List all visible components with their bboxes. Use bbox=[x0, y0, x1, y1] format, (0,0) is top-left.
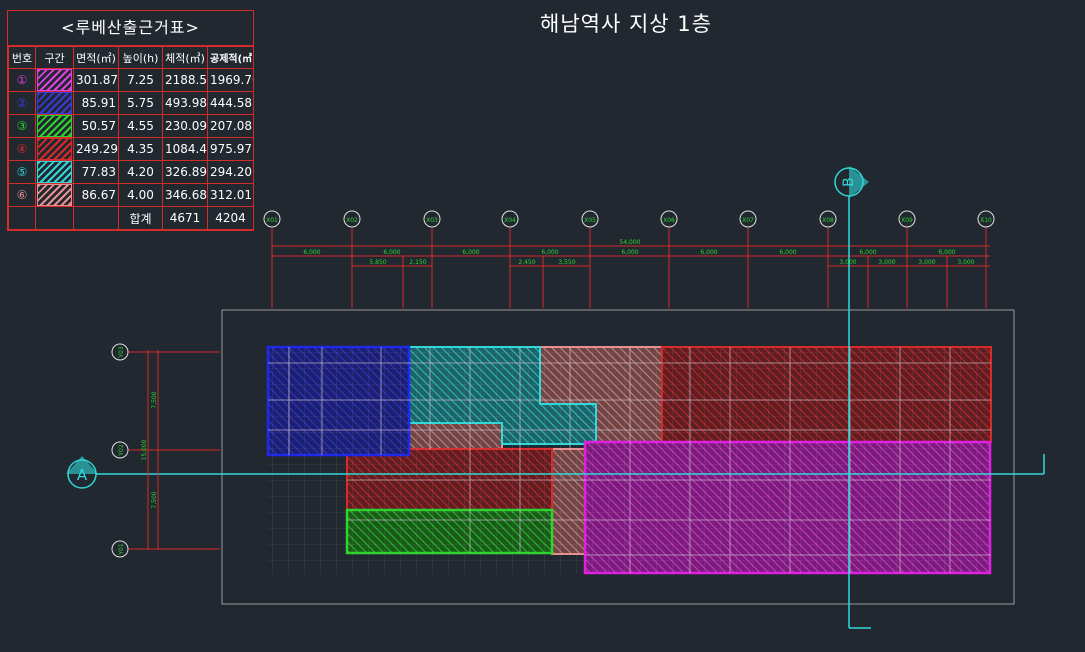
grid-label: X04 bbox=[504, 217, 516, 224]
dimension-vertical: 15,000 bbox=[141, 439, 148, 460]
dimension-overall: 54,000 bbox=[620, 239, 641, 246]
grid-label: X02 bbox=[346, 217, 358, 224]
dimension-sub: 3,000 bbox=[957, 259, 974, 266]
grid-label: X08 bbox=[822, 217, 834, 224]
grid-label: Y02 bbox=[118, 444, 125, 456]
grid-label: X01 bbox=[266, 217, 278, 224]
dimension-bay: 6,000 bbox=[700, 249, 717, 256]
dimension-sub: 3,550 bbox=[558, 259, 575, 266]
grid-label: X05 bbox=[584, 217, 596, 224]
dimension-vertical: 7,500 bbox=[151, 391, 158, 408]
grid-label: X07 bbox=[742, 217, 754, 224]
grid-label: X06 bbox=[663, 217, 675, 224]
grid-label: Y01 bbox=[118, 543, 125, 555]
dimension-sub: 3,000 bbox=[918, 259, 935, 266]
grid-label: X03 bbox=[426, 217, 438, 224]
dimension-bay: 6,000 bbox=[621, 249, 638, 256]
dimension-bay: 6,000 bbox=[303, 249, 320, 256]
dimension-bay: 6,000 bbox=[859, 249, 876, 256]
floor-plan-drawing: X01 X02 X03 X04 X05 X06 X07 X08 X09 X10 Y03 Y02 Y01 5… bbox=[66, 166, 1045, 629]
grid-label: X10 bbox=[980, 217, 992, 224]
section-a-label: A bbox=[77, 466, 88, 484]
dimension-sub: 5,850 bbox=[369, 259, 386, 266]
dimension-bay: 6,000 bbox=[938, 249, 955, 256]
grid-label: Y03 bbox=[118, 346, 125, 358]
grid-label: X09 bbox=[901, 217, 913, 224]
dimension-bay: 6,000 bbox=[779, 249, 796, 256]
dimension-bay: 6,000 bbox=[462, 249, 479, 256]
dimension-bay: 6,000 bbox=[383, 249, 400, 256]
dimension-bay: 6,000 bbox=[541, 249, 558, 256]
dimension-sub: 2,150 bbox=[409, 259, 426, 266]
dimension-sub: 3,000 bbox=[839, 259, 856, 266]
dimension-sub: 3,000 bbox=[878, 259, 895, 266]
section-b-label: B bbox=[841, 177, 857, 187]
dimension-vertical: 7,500 bbox=[151, 491, 158, 508]
dimension-sub: 2,450 bbox=[518, 259, 535, 266]
